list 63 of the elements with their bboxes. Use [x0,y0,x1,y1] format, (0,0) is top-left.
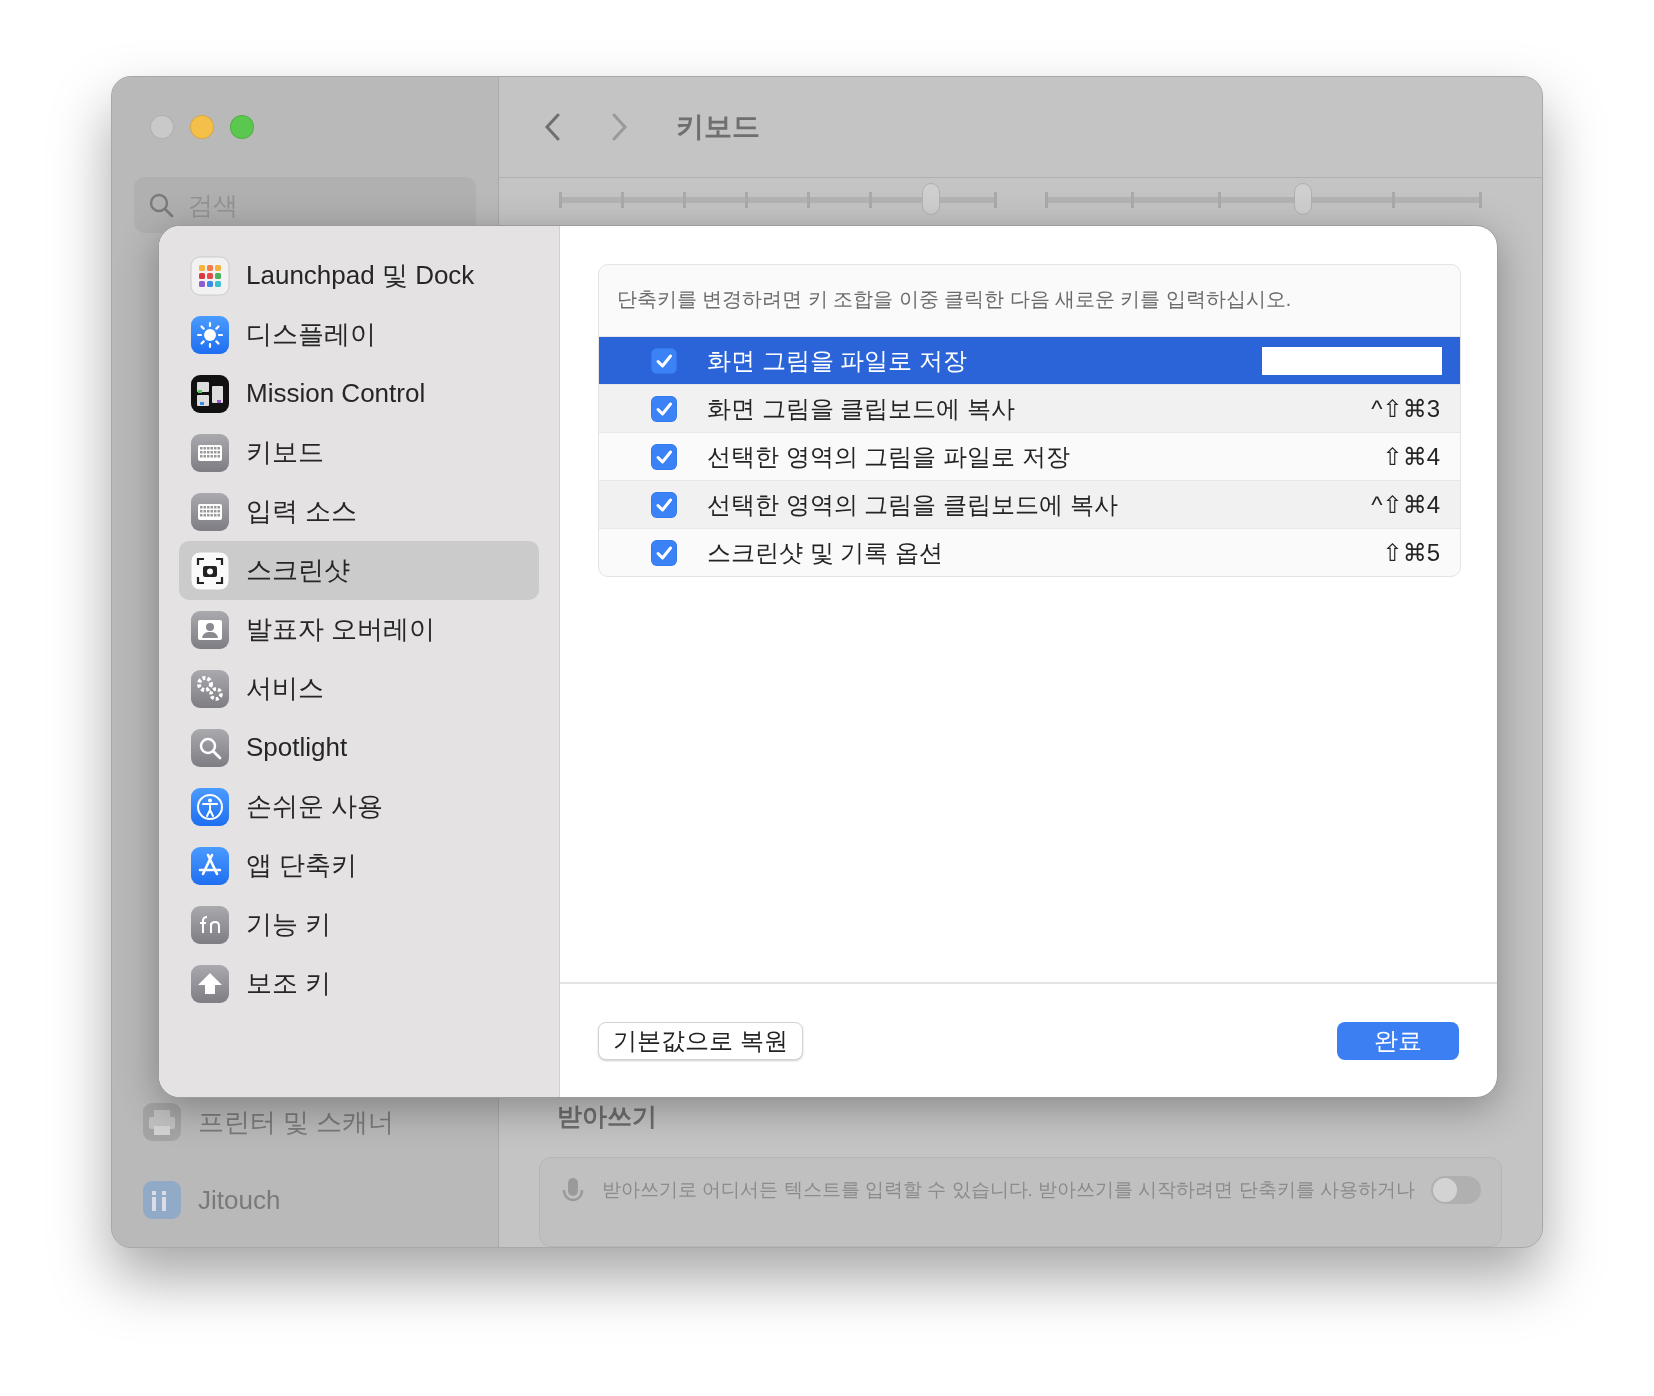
app-icon [142,1180,182,1220]
shortcut-row[interactable]: 화면 그림을 파일로 저장 [599,336,1460,385]
checkbox[interactable] [651,539,677,566]
sidebar-item[interactable]: 기능 키 [179,895,539,954]
gears-icon [190,668,230,709]
launchpad-icon [190,255,230,296]
function-key-icon [190,904,230,945]
sidebar-item[interactable]: 앱 단축키 [179,836,539,895]
sidebar-item[interactable]: 보조 키 [179,954,539,1013]
section-heading: 받아쓰기 [556,1100,659,1132]
sidebar-item[interactable]: Spotlight [179,718,539,777]
checkbox[interactable] [651,443,677,470]
sidebar-item[interactable]: 손쉬운 사용 [179,777,539,836]
sidebar-label: Jitouch [198,1183,281,1217]
shortcut-row[interactable]: 스크린샷 및 기록 옵션 ⇧⌘5 [599,528,1460,577]
checkbox[interactable] [651,395,677,422]
restore-defaults-button[interactable]: 기본값으로 복원 [598,1021,803,1060]
minimize-button[interactable] [190,115,214,139]
done-button[interactable]: 완료 [1337,1021,1459,1060]
sun-icon [190,314,230,355]
sidebar-label: 프린터 및 스캐너 [198,1105,395,1139]
sidebar-item[interactable]: 스크린샷 [179,541,539,600]
windows-icon [190,373,230,414]
key-combination: ^⇧⌘3 [1371,393,1440,424]
sidebar-item[interactable]: Launchpad 및 Dock [179,246,539,305]
toggle-switch[interactable] [1431,1176,1481,1204]
checkbox[interactable] [651,347,677,374]
window-title: 키보드 [676,109,761,144]
keyboard-icon [190,491,230,532]
key-combination: ^⇧⌘4 [1371,489,1440,520]
app-store-icon [190,845,230,886]
sidebar-item[interactable]: Mission Control [179,364,539,423]
key-combination: ⇧⌘4 [1382,441,1440,472]
printer-icon [142,1102,182,1142]
checkbox[interactable] [651,491,677,518]
close-button[interactable] [150,115,174,139]
keyboard-icon [190,432,230,473]
slider[interactable] [1044,182,1482,217]
shortcut-label: 화면 그림을 파일로 저장 [707,345,967,376]
shortcut-label: 스크린샷 및 기록 옵션 [707,537,943,568]
sidebar-item[interactable]: 키보드 [179,423,539,482]
shortcut-row[interactable]: 선택한 영역의 그림을 클립보드에 복사 ^⇧⌘4 [599,480,1460,529]
shortcut-field[interactable] [1262,346,1442,375]
shortcut-label: 선택한 영역의 그림을 파일로 저장 [707,441,1070,472]
forward-icon [610,112,629,141]
shortcut-label: 선택한 영역의 그림을 클립보드에 복사 [707,489,1118,520]
shortcut-label: 화면 그림을 클립보드에 복사 [707,393,1015,424]
accessibility-icon [190,786,230,827]
search-icon [148,192,174,218]
sidebar-item[interactable]: 디스플레이 [179,305,539,364]
person-icon [190,609,230,650]
sidebar-item[interactable]: 발표자 오버레이 [179,600,539,659]
slider[interactable] [559,182,997,217]
slider-thumb[interactable] [1293,182,1312,215]
slider-thumb[interactable] [922,182,940,215]
zoom-button[interactable] [230,115,254,139]
sidebar-item[interactable]: 입력 소스 [179,482,539,541]
key-combination: ⇧⌘5 [1382,537,1440,568]
camera-icon [190,550,230,591]
search-icon [190,727,230,768]
shortcut-row[interactable]: 화면 그림을 클립보드에 복사 ^⇧⌘3 [599,384,1460,433]
sidebar-item[interactable]: 서비스 [179,659,539,718]
instruction-text: 단축키를 변경하려면 키 조합을 이중 클릭한 다음 새로운 키를 입력하십시오. [616,287,1293,312]
